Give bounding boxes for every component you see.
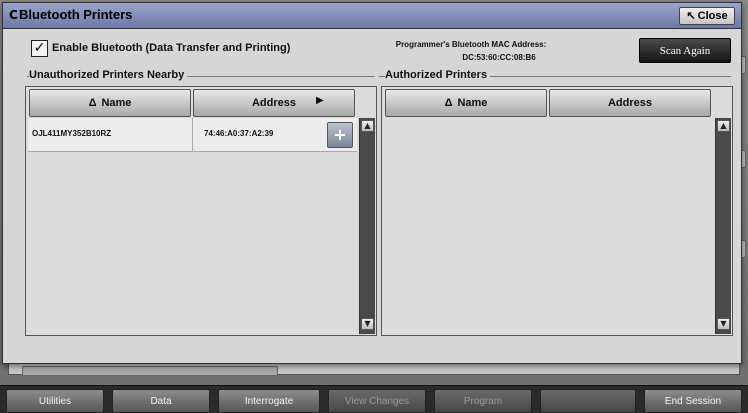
bottom-toolbar: Utilities Data Interrogate View Changes …: [0, 385, 748, 413]
dialog-title: Bluetooth Printers: [19, 7, 133, 22]
bluetooth-printers-dialog: C Bluetooth Printers ↖ Close ✓ Enable Bl…: [2, 2, 742, 364]
checkmark-icon: ✓: [33, 40, 46, 56]
unauthorized-address-column-header[interactable]: Address: [193, 89, 355, 117]
end-session-button[interactable]: End Session: [644, 389, 742, 413]
toolbar-button[interactable]: [540, 389, 636, 413]
column-label: Name: [101, 97, 132, 109]
mac-address-block: Programmer's Bluetooth MAC Address: DC:5…: [379, 38, 619, 64]
scroll-down-icon[interactable]: ▼: [361, 318, 374, 330]
table-row[interactable]: OJL411MY352B10RZ 74:46:A0:37:A2:39 +: [28, 118, 357, 152]
add-printer-button[interactable]: +: [327, 122, 353, 148]
unauthorized-printers-list: Δ Name Address OJL411MY352B10RZ 74:46:A0…: [25, 86, 377, 336]
printer-name-cell: OJL411MY352B10RZ: [32, 129, 112, 138]
column-label: Name: [457, 97, 488, 109]
utilities-button[interactable]: Utilities: [6, 389, 104, 413]
sort-triangle-icon: Δ: [88, 97, 97, 109]
printer-address-cell: 74:46:A0:37:A2:39: [204, 129, 274, 138]
authorized-scrollbar[interactable]: ▲ ▼: [715, 118, 731, 334]
column-label: Address: [607, 97, 653, 109]
close-arrow-icon: ↖: [686, 9, 696, 22]
scroll-down-icon[interactable]: ▼: [717, 318, 730, 330]
column-label: Address: [251, 97, 297, 109]
unauthorized-scrollbar[interactable]: ▲ ▼: [359, 118, 375, 334]
program-button[interactable]: Program: [434, 389, 532, 413]
interrogate-button[interactable]: Interrogate: [218, 389, 320, 413]
enable-bluetooth-label[interactable]: Enable Bluetooth (Data Transfer and Prin…: [52, 42, 290, 54]
authorized-printers-list: Δ Name Address ▲ ▼: [381, 86, 733, 336]
sort-triangle-icon: Δ: [444, 97, 453, 109]
dialog-titlebar[interactable]: C Bluetooth Printers ↖ Close: [3, 3, 741, 29]
mac-address-label: Programmer's Bluetooth MAC Address:: [395, 40, 547, 49]
background-scrollbar[interactable]: [22, 366, 278, 376]
view-changes-button[interactable]: View Changes: [328, 389, 426, 413]
scroll-up-icon[interactable]: ▲: [361, 120, 374, 132]
cell-divider: [192, 118, 193, 152]
authorized-group-title: Authorized Printers: [385, 69, 491, 81]
scan-again-button[interactable]: Scan Again: [639, 38, 731, 63]
unauthorized-name-column-header[interactable]: Δ Name: [29, 89, 191, 117]
authorized-name-column-header[interactable]: Δ Name: [385, 89, 547, 117]
mac-address-value: DC:53:60:CC:08:B6: [462, 53, 536, 62]
unauthorized-group-title: Unauthorized Printers Nearby: [29, 69, 188, 81]
data-button[interactable]: Data: [112, 389, 210, 413]
mouse-cursor-icon: ▶: [316, 95, 324, 106]
add-printer-icon: +: [333, 125, 347, 144]
close-label: Close: [697, 10, 728, 22]
close-button[interactable]: ↖ Close: [679, 7, 735, 25]
enable-bluetooth-row[interactable]: ✓ Enable Bluetooth (Data Transfer and Pr…: [31, 39, 290, 57]
authorized-address-column-header[interactable]: Address: [549, 89, 711, 117]
enable-bluetooth-checkbox[interactable]: ✓: [31, 39, 48, 57]
scroll-up-icon[interactable]: ▲: [717, 120, 730, 132]
title-prefix: C: [9, 8, 18, 22]
